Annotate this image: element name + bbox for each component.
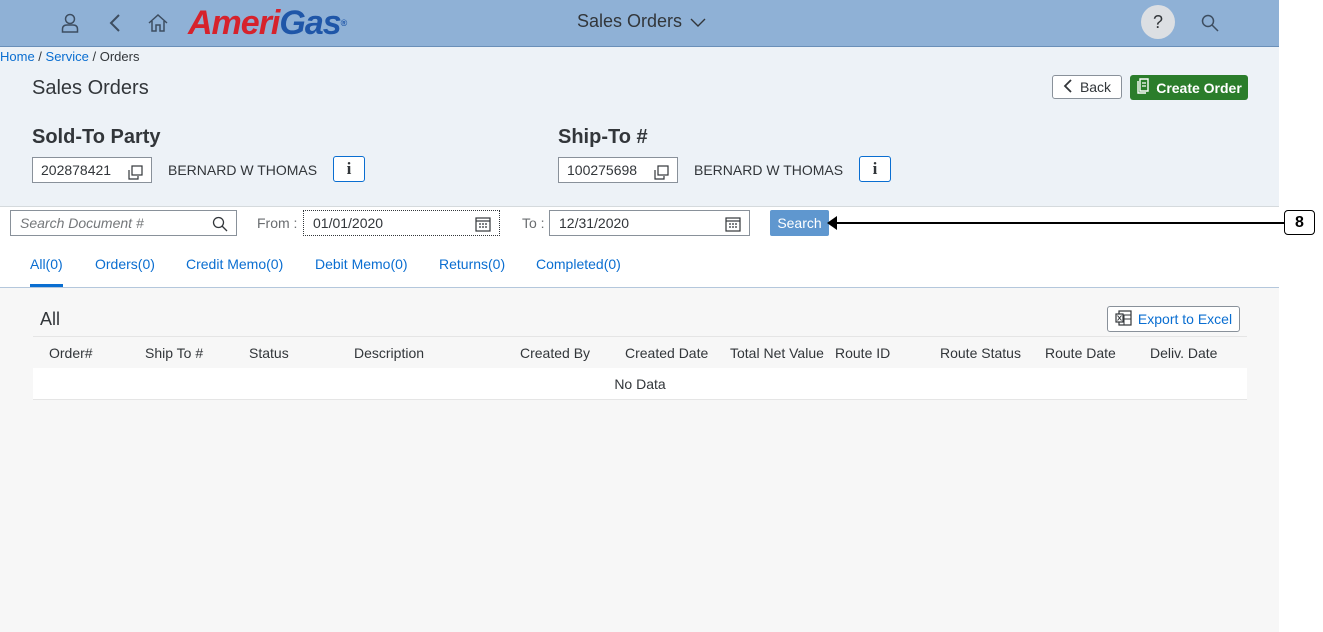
user-icon[interactable] (57, 10, 83, 36)
no-data-text: No Data (614, 375, 666, 392)
breadcrumb-home[interactable]: Home (0, 49, 35, 64)
breadcrumb-service[interactable]: Service (46, 49, 89, 64)
column-header[interactable]: Created Date (625, 345, 708, 361)
copy-icon[interactable] (128, 163, 143, 187)
breadcrumb-separator: / (34, 49, 46, 64)
callout-arrow-line (831, 222, 1284, 224)
column-header[interactable]: Ship To # (145, 345, 203, 361)
page-title: Sales Orders (32, 77, 149, 99)
tab-debit-memo[interactable]: Debit Memo(0) (315, 256, 408, 272)
search-button[interactable]: Search (770, 210, 829, 236)
search-document-input[interactable]: Search Document # (10, 210, 237, 236)
filter-bar: Search Document # From : 01/01/2020 To :… (0, 207, 1279, 288)
create-order-button[interactable]: Create Order (1130, 75, 1248, 100)
to-label: To : (522, 215, 545, 231)
to-date-input[interactable]: 12/31/2020 (549, 210, 750, 236)
info-icon: i (346, 159, 352, 178)
tab-all[interactable]: All(0) (30, 256, 63, 272)
table-empty-row: No Data (33, 368, 1247, 400)
object-header: Home / Service / Orders Sales Orders Bac… (0, 47, 1279, 207)
column-header[interactable]: Route ID (835, 345, 890, 361)
search-document-placeholder: Search Document # (20, 215, 144, 231)
ship-to-number: 100275698 (567, 162, 638, 178)
ship-to-heading: Ship-To # (558, 126, 648, 148)
table-title: All (40, 309, 61, 329)
help-button[interactable]: ? (1141, 5, 1175, 39)
column-header[interactable]: Deliv. Date (1150, 345, 1217, 361)
app-window: AmeriGas® Sales Orders ? Home / Service … (0, 0, 1279, 632)
excel-icon (1115, 309, 1132, 329)
from-date-input[interactable]: 01/01/2020 (303, 210, 500, 236)
help-label: ? (1152, 11, 1163, 32)
search-icon[interactable] (212, 215, 228, 239)
copy-icon[interactable] (654, 163, 669, 187)
chevron-left-icon (1063, 78, 1072, 96)
column-header[interactable]: Created By (520, 345, 590, 361)
column-header[interactable]: Description (354, 345, 424, 361)
sold-to-name: BERNARD W THOMAS (168, 162, 318, 178)
table-section: All Export to Excel Order# Ship To # Sta… (0, 288, 1279, 632)
callout-number: 8 (1295, 213, 1304, 231)
home-icon[interactable] (145, 10, 171, 36)
breadcrumb: Home / Service / Orders (0, 49, 139, 64)
from-label: From : (257, 215, 298, 231)
sold-to-heading: Sold-To Party (32, 126, 161, 148)
export-to-excel-label: Export to Excel (1137, 311, 1233, 327)
column-header[interactable]: Route Status (940, 345, 1021, 361)
breadcrumb-separator: / (88, 49, 100, 64)
shell-title: Sales Orders (577, 11, 683, 31)
to-date-value: 12/31/2020 (559, 215, 630, 231)
tab-bar: All(0) Orders(0) Credit Memo(0) Debit Me… (0, 255, 1279, 287)
column-header[interactable]: Order# (49, 345, 93, 361)
tab-selection-indicator (30, 284, 63, 287)
logo-text: AmeriGas (188, 4, 342, 42)
tab-completed[interactable]: Completed(0) (536, 256, 621, 272)
shell-title-menu[interactable]: Sales Orders (577, 11, 706, 32)
create-order-label: Create Order (1156, 79, 1242, 96)
table-header: Order# Ship To # Status Description Crea… (33, 336, 1247, 369)
document-icon (1136, 78, 1150, 97)
sold-to-number-field[interactable]: 202878421 (32, 157, 152, 183)
callout-arrow-head (827, 216, 837, 230)
ship-to-number-field[interactable]: 100275698 (558, 157, 678, 183)
column-header[interactable]: Route Date (1045, 345, 1116, 361)
logo-registered-mark: ® (340, 18, 348, 28)
search-icon[interactable] (1197, 10, 1223, 36)
callout-number-badge: 8 (1284, 210, 1315, 235)
info-icon: i (872, 159, 878, 178)
sold-to-info-button[interactable]: i (333, 156, 365, 182)
ship-to-info-button[interactable]: i (859, 156, 891, 182)
back-button[interactable]: Back (1052, 75, 1122, 99)
column-header[interactable]: Status (249, 345, 289, 361)
tab-orders[interactable]: Orders(0) (95, 256, 155, 272)
back-button-label: Back (1079, 79, 1112, 95)
chevron-down-icon (690, 11, 706, 32)
calendar-icon[interactable] (475, 215, 491, 239)
amerigas-logo[interactable]: AmeriGas® (188, 4, 348, 42)
calendar-icon[interactable] (725, 215, 741, 239)
tab-returns[interactable]: Returns(0) (439, 256, 505, 272)
shell-bar: AmeriGas® Sales Orders ? (0, 0, 1279, 47)
back-arrow-icon[interactable] (102, 10, 128, 36)
export-to-excel-button[interactable]: Export to Excel (1107, 306, 1240, 332)
breadcrumb-current: Orders (99, 49, 140, 64)
tab-credit-memo[interactable]: Credit Memo(0) (186, 256, 283, 272)
search-button-label: Search (777, 215, 822, 231)
ship-to-name: BERNARD W THOMAS (694, 162, 844, 178)
column-header[interactable]: Total Net Value (730, 345, 824, 361)
sold-to-number: 202878421 (41, 162, 112, 178)
from-date-value: 01/01/2020 (313, 215, 384, 231)
